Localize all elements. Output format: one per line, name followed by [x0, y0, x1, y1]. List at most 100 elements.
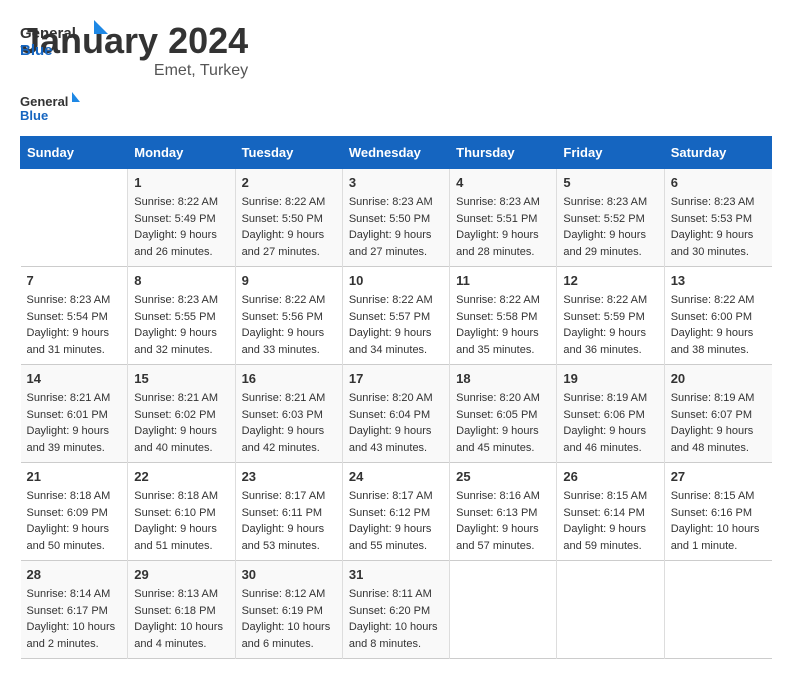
day-info: Sunrise: 8:23 AM Sunset: 5:53 PM Dayligh… — [671, 194, 766, 260]
calendar-cell: 12Sunrise: 8:22 AM Sunset: 5:59 PM Dayli… — [557, 267, 664, 365]
day-number: 15 — [134, 371, 228, 386]
day-number: 28 — [27, 567, 122, 582]
calendar-week-5: 28 Sunrise: 8:14 AM Sunset: 6:17 PM Dayli… — [21, 561, 772, 659]
calendar-cell: 31Sunrise: 8:11 AM Sunset: 6:20 PM Dayli… — [342, 561, 449, 659]
day-info: Sunrise: 8:22 AM Sunset: 5:56 PM Dayligh… — [242, 292, 336, 358]
day-info: Sunrise: 8:18 AM Sunset: 6:09 PM Dayligh… — [27, 488, 122, 554]
calendar-cell: 15Sunrise: 8:21 AM Sunset: 6:02 PM Dayli… — [128, 365, 235, 463]
calendar-week-3: 14 Sunrise: 8:21 AM Sunset: 6:01 PM Dayli… — [21, 365, 772, 463]
calendar-cell: 9 Sunrise: 8:22 AM Sunset: 5:56 PM Daylig… — [235, 267, 342, 365]
header-day-sunday: Sunday — [21, 137, 128, 169]
calendar-body: 1 Sunrise: 8:22 AM Sunset: 5:49 PM Daylig… — [21, 169, 772, 659]
day-info: Sunrise: 8:23 AM Sunset: 5:50 PM Dayligh… — [349, 194, 443, 260]
calendar-cell — [557, 561, 664, 659]
logo-svg: General Blue — [20, 20, 110, 60]
day-number: 9 — [242, 273, 336, 288]
day-number: 11 — [456, 273, 550, 288]
day-number: 19 — [563, 371, 657, 386]
day-info: Sunrise: 8:22 AM Sunset: 5:59 PM Dayligh… — [563, 292, 657, 358]
calendar-cell: 4Sunrise: 8:23 AM Sunset: 5:51 PM Daylig… — [450, 169, 557, 267]
generalblue-logo: General Blue — [20, 90, 80, 126]
calendar-cell: 7 Sunrise: 8:23 AM Sunset: 5:54 PM Daylig… — [21, 267, 128, 365]
day-info: Sunrise: 8:17 AM Sunset: 6:11 PM Dayligh… — [242, 488, 336, 554]
calendar-header-row: SundayMondayTuesdayWednesdayThursdayFrid… — [21, 137, 772, 169]
header-day-saturday: Saturday — [664, 137, 771, 169]
calendar-cell: 24 Sunrise: 8:17 AM Sunset: 6:12 PM Dayli… — [342, 463, 449, 561]
day-number: 26 — [563, 469, 657, 484]
calendar-week-4: 21 Sunrise: 8:18 AM Sunset: 6:09 PM Dayli… — [21, 463, 772, 561]
day-info: Sunrise: 8:23 AM Sunset: 5:55 PM Dayligh… — [134, 292, 228, 358]
calendar-cell: 20 Sunrise: 8:19 AM Sunset: 6:07 PM Dayli… — [664, 365, 771, 463]
calendar-cell: 22 Sunrise: 8:18 AM Sunset: 6:10 PM Dayli… — [128, 463, 235, 561]
day-info: Sunrise: 8:18 AM Sunset: 6:10 PM Dayligh… — [134, 488, 228, 554]
svg-text:General: General — [20, 25, 76, 42]
svg-text:General: General — [20, 94, 68, 109]
calendar-cell: 5 Sunrise: 8:23 AM Sunset: 5:52 PM Daylig… — [557, 169, 664, 267]
day-info: Sunrise: 8:21 AM Sunset: 6:01 PM Dayligh… — [27, 390, 122, 456]
day-info: Sunrise: 8:22 AM Sunset: 5:57 PM Dayligh… — [349, 292, 443, 358]
day-number: 20 — [671, 371, 766, 386]
header-day-friday: Friday — [557, 137, 664, 169]
day-number: 10 — [349, 273, 443, 288]
day-info: Sunrise: 8:23 AM Sunset: 5:52 PM Dayligh… — [563, 194, 657, 260]
calendar-cell: 10 Sunrise: 8:22 AM Sunset: 5:57 PM Dayli… — [342, 267, 449, 365]
day-info: Sunrise: 8:14 AM Sunset: 6:17 PM Dayligh… — [27, 586, 122, 652]
calendar-cell: 13Sunrise: 8:22 AM Sunset: 6:00 PM Dayli… — [664, 267, 771, 365]
day-info: Sunrise: 8:17 AM Sunset: 6:12 PM Dayligh… — [349, 488, 443, 554]
calendar-cell: 6Sunrise: 8:23 AM Sunset: 5:53 PM Daylig… — [664, 169, 771, 267]
calendar-cell: 19 Sunrise: 8:19 AM Sunset: 6:06 PM Dayli… — [557, 365, 664, 463]
calendar-cell: 8 Sunrise: 8:23 AM Sunset: 5:55 PM Daylig… — [128, 267, 235, 365]
day-number: 21 — [27, 469, 122, 484]
day-number: 22 — [134, 469, 228, 484]
day-info: Sunrise: 8:21 AM Sunset: 6:03 PM Dayligh… — [242, 390, 336, 456]
day-number: 3 — [349, 175, 443, 190]
calendar-cell: 1 Sunrise: 8:22 AM Sunset: 5:49 PM Daylig… — [128, 169, 235, 267]
calendar-cell: 30 Sunrise: 8:12 AM Sunset: 6:19 PM Dayli… — [235, 561, 342, 659]
day-info: Sunrise: 8:12 AM Sunset: 6:19 PM Dayligh… — [242, 586, 336, 652]
svg-text:Blue: Blue — [20, 108, 48, 123]
day-info: Sunrise: 8:23 AM Sunset: 5:51 PM Dayligh… — [456, 194, 550, 260]
logo-wrapper: General Blue — [20, 20, 110, 65]
day-info: Sunrise: 8:19 AM Sunset: 6:06 PM Dayligh… — [563, 390, 657, 456]
day-number: 24 — [349, 469, 443, 484]
day-number: 25 — [456, 469, 550, 484]
calendar-cell: 2Sunrise: 8:22 AM Sunset: 5:50 PM Daylig… — [235, 169, 342, 267]
day-info: Sunrise: 8:16 AM Sunset: 6:13 PM Dayligh… — [456, 488, 550, 554]
calendar-cell: 16Sunrise: 8:21 AM Sunset: 6:03 PM Dayli… — [235, 365, 342, 463]
day-info: Sunrise: 8:22 AM Sunset: 5:58 PM Dayligh… — [456, 292, 550, 358]
day-number: 30 — [242, 567, 336, 582]
day-number: 18 — [456, 371, 550, 386]
day-number: 14 — [27, 371, 122, 386]
calendar-cell: 21 Sunrise: 8:18 AM Sunset: 6:09 PM Dayli… — [21, 463, 128, 561]
day-info: Sunrise: 8:23 AM Sunset: 5:54 PM Dayligh… — [27, 292, 122, 358]
calendar-cell: 28 Sunrise: 8:14 AM Sunset: 6:17 PM Dayli… — [21, 561, 128, 659]
calendar-week-2: 7 Sunrise: 8:23 AM Sunset: 5:54 PM Daylig… — [21, 267, 772, 365]
calendar-cell: 17Sunrise: 8:20 AM Sunset: 6:04 PM Dayli… — [342, 365, 449, 463]
calendar-cell: 25 Sunrise: 8:16 AM Sunset: 6:13 PM Dayli… — [450, 463, 557, 561]
day-info: Sunrise: 8:19 AM Sunset: 6:07 PM Dayligh… — [671, 390, 766, 456]
calendar-cell — [664, 561, 771, 659]
header: January 2024 Emet, Turkey — [20, 20, 772, 80]
day-info: Sunrise: 8:13 AM Sunset: 6:18 PM Dayligh… — [134, 586, 228, 652]
calendar-cell — [21, 169, 128, 267]
calendar-table: SundayMondayTuesdayWednesdayThursdayFrid… — [20, 136, 772, 659]
day-number: 2 — [242, 175, 336, 190]
day-number: 5 — [563, 175, 657, 190]
day-number: 7 — [27, 273, 122, 288]
day-number: 1 — [134, 175, 228, 190]
calendar-cell: 14 Sunrise: 8:21 AM Sunset: 6:01 PM Dayli… — [21, 365, 128, 463]
svg-text:Blue: Blue — [20, 42, 53, 59]
day-number: 23 — [242, 469, 336, 484]
calendar-cell: 26 Sunrise: 8:15 AM Sunset: 6:14 PM Dayli… — [557, 463, 664, 561]
calendar-cell: 27Sunrise: 8:15 AM Sunset: 6:16 PM Dayli… — [664, 463, 771, 561]
calendar-cell: 29Sunrise: 8:13 AM Sunset: 6:18 PM Dayli… — [128, 561, 235, 659]
calendar-cell: 18 Sunrise: 8:20 AM Sunset: 6:05 PM Dayli… — [450, 365, 557, 463]
day-info: Sunrise: 8:15 AM Sunset: 6:14 PM Dayligh… — [563, 488, 657, 554]
calendar-cell: 23 Sunrise: 8:17 AM Sunset: 6:11 PM Dayli… — [235, 463, 342, 561]
header-day-tuesday: Tuesday — [235, 137, 342, 169]
day-info: Sunrise: 8:22 AM Sunset: 6:00 PM Dayligh… — [671, 292, 766, 358]
day-info: Sunrise: 8:22 AM Sunset: 5:49 PM Dayligh… — [134, 194, 228, 260]
day-info: Sunrise: 8:20 AM Sunset: 6:05 PM Dayligh… — [456, 390, 550, 456]
day-number: 8 — [134, 273, 228, 288]
calendar-week-1: 1 Sunrise: 8:22 AM Sunset: 5:49 PM Daylig… — [21, 169, 772, 267]
